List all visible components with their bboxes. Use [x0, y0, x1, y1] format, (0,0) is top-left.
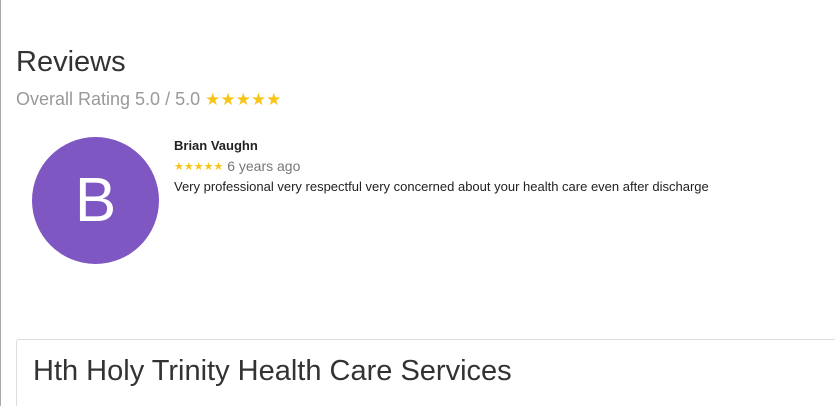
avatar-letter: B: [74, 165, 117, 235]
review-stars: ★★★★★: [174, 161, 224, 173]
review-time: 6 years ago: [227, 158, 301, 174]
overall-rating-stars: ★★★★★: [205, 90, 282, 109]
review-meta: ★★★★★ 6 years ago: [174, 158, 300, 176]
reviews-heading: Reviews: [16, 46, 126, 78]
overall-rating: Overall Rating 5.0 / 5.0 ★★★★★: [16, 88, 281, 111]
reviewer-name: Brian Vaughn: [174, 138, 258, 153]
review-text: Very professional very respectful very c…: [174, 179, 709, 194]
page: Reviews Overall Rating 5.0 / 5.0 ★★★★★ B…: [0, 0, 835, 406]
overall-rating-label: Overall Rating 5.0 / 5.0: [16, 89, 201, 109]
business-card: Hth Holy Trinity Health Care Services: [16, 339, 835, 406]
business-name: Hth Holy Trinity Health Care Services: [33, 355, 512, 387]
reviewer-avatar: B: [32, 137, 159, 264]
